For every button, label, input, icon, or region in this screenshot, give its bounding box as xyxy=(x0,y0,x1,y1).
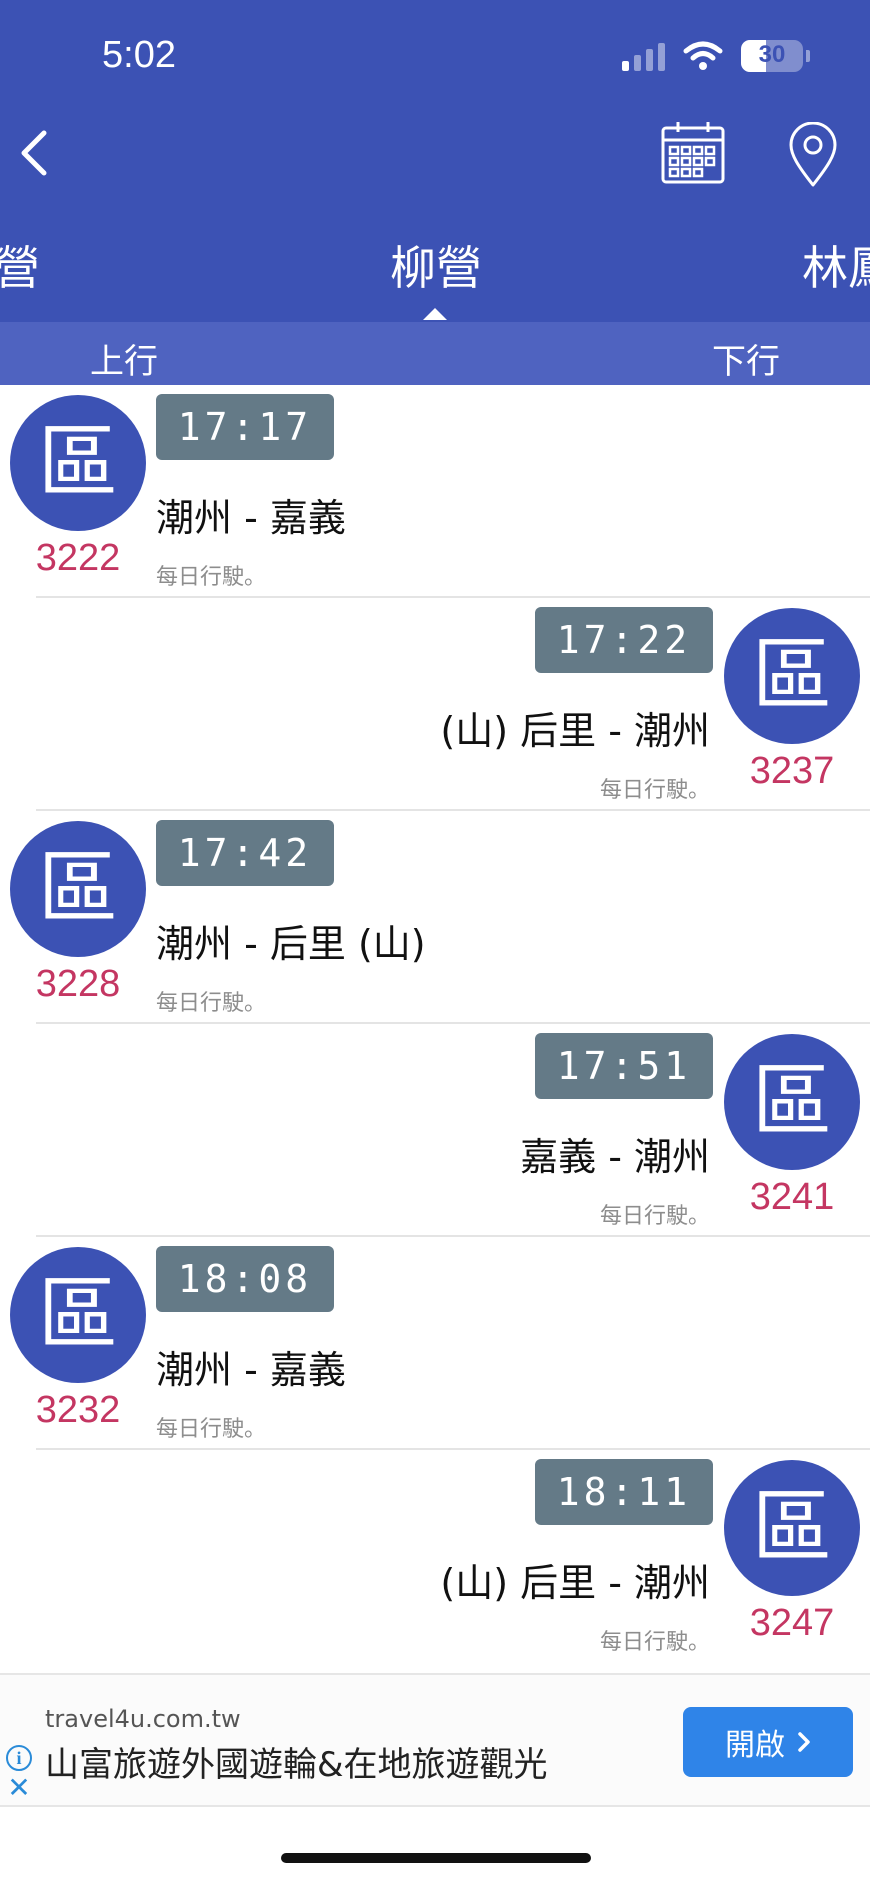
train-row[interactable]: 區 3241 17:51 嘉義 - 潮州 每日行駛。 xyxy=(0,1024,870,1237)
ad-title[interactable]: 山富旅遊外國遊輪&在地旅遊觀光 xyxy=(45,1737,548,1786)
battery-icon: 30 xyxy=(741,40,803,72)
ad-banner[interactable]: travel4u.com.tw 山富旅遊外國遊輪&在地旅遊觀光 i ✕ 開啟 xyxy=(0,1673,870,1807)
departure-time: 17:17 xyxy=(156,394,334,460)
local-train-badge-icon: 區 xyxy=(724,608,860,744)
train-route: (山) 后里 - 潮州 xyxy=(440,709,710,753)
train-row[interactable]: 區 3247 18:11 (山) 后里 - 潮州 每日行駛。 xyxy=(0,1450,870,1663)
departure-time: 17:42 xyxy=(156,820,334,886)
direction-up-tab[interactable]: 上行 xyxy=(90,334,158,383)
battery-level: 30 xyxy=(758,41,786,68)
tab-indicator xyxy=(423,308,447,320)
local-train-badge-icon: 區 xyxy=(724,1460,860,1596)
train-number: 3237 xyxy=(749,750,835,792)
train-route: (山) 后里 - 潮州 xyxy=(440,1561,710,1605)
location-pin-icon[interactable] xyxy=(786,122,840,188)
direction-bar: 上行 下行 xyxy=(0,322,870,385)
cellular-signal-icon xyxy=(622,41,665,71)
train-row[interactable]: 區 3237 17:22 (山) 后里 - 潮州 每日行駛。 xyxy=(0,598,870,811)
train-route: 潮州 - 后里 (山) xyxy=(156,922,426,966)
local-train-badge-icon: 區 xyxy=(724,1034,860,1170)
train-number: 3241 xyxy=(749,1176,835,1218)
service-note: 每日行駛。 xyxy=(156,565,267,590)
departure-time: 18:08 xyxy=(156,1246,334,1312)
train-route: 潮州 - 嘉義 xyxy=(156,496,346,540)
service-note: 每日行駛。 xyxy=(156,1417,267,1442)
station-tabs: 營 柳營 林鳳 xyxy=(0,232,870,302)
train-row[interactable]: 區 3228 17:42 潮州 - 后里 (山) 每日行駛。 xyxy=(0,811,870,1024)
status-time: 5:02 xyxy=(102,34,176,76)
status-icons: 30 xyxy=(622,40,810,72)
departure-time: 18:11 xyxy=(535,1459,713,1525)
train-number: 3232 xyxy=(35,1389,121,1431)
ad-info-icon[interactable]: i xyxy=(6,1745,32,1771)
local-train-badge-icon: 區 xyxy=(10,821,146,957)
departure-time: 17:22 xyxy=(535,607,713,673)
direction-down-tab[interactable]: 下行 xyxy=(712,334,780,383)
back-icon[interactable] xyxy=(14,128,54,178)
station-tab-next[interactable]: 林鳳 xyxy=(802,232,870,298)
ad-open-button[interactable]: 開啟 xyxy=(683,1707,853,1777)
app-header: 5:02 30 營 柳營 林鳳 xyxy=(0,0,870,385)
train-route: 嘉義 - 潮州 xyxy=(520,1135,710,1179)
station-tab-previous[interactable]: 營 xyxy=(0,232,40,298)
ad-domain: travel4u.com.tw xyxy=(45,1705,241,1733)
local-train-badge-icon: 區 xyxy=(10,1247,146,1383)
departure-time: 17:51 xyxy=(535,1033,713,1099)
calendar-icon[interactable] xyxy=(660,120,726,186)
service-note: 每日行駛。 xyxy=(599,1204,710,1229)
train-row[interactable]: 區 3232 18:08 潮州 - 嘉義 每日行駛。 xyxy=(0,1237,870,1450)
service-note: 每日行駛。 xyxy=(156,991,267,1016)
home-indicator[interactable] xyxy=(281,1853,591,1863)
station-tab-current[interactable]: 柳營 xyxy=(390,232,482,298)
train-number: 3222 xyxy=(35,537,121,579)
ad-open-label: 開啟 xyxy=(725,1728,785,1763)
battery-tip xyxy=(806,50,810,62)
train-row[interactable]: 區 3222 17:17 潮州 - 嘉義 每日行駛。 xyxy=(0,385,870,598)
chevron-right-icon xyxy=(798,1732,810,1752)
service-note: 每日行駛。 xyxy=(599,778,710,803)
train-route: 潮州 - 嘉義 xyxy=(156,1348,346,1392)
service-note: 每日行駛。 xyxy=(599,1630,710,1655)
train-number: 3228 xyxy=(35,963,121,1005)
ad-close-icon[interactable]: ✕ xyxy=(6,1774,32,1802)
local-train-badge-icon: 區 xyxy=(10,395,146,531)
train-number: 3247 xyxy=(749,1602,835,1644)
wifi-icon xyxy=(683,41,723,70)
